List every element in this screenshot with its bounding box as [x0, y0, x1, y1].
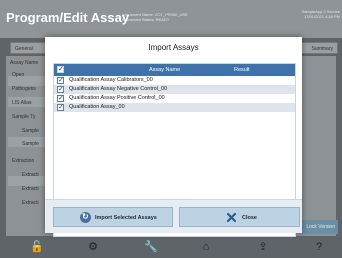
side-item[interactable]: Extracti	[22, 200, 39, 206]
table-row[interactable]: Qualification Assay Positive Control_00	[54, 94, 295, 103]
assay-name: Qualification Assay_00	[69, 104, 125, 110]
lock-icon[interactable]: 🔓	[30, 241, 44, 253]
assay-name: Qualification Assay Positive Control_00	[69, 95, 165, 101]
lock-version-button[interactable]: Lock Version	[302, 220, 338, 234]
select-all-checkbox[interactable]	[57, 65, 64, 73]
side-item[interactable]: Extraction	[12, 158, 34, 164]
instrument-info: Instrument Name: ZOT_PR050_USE Instrumen…	[122, 12, 188, 22]
side-item[interactable]: Assay Name	[10, 60, 38, 66]
side-item[interactable]: Extracti	[22, 172, 39, 178]
dialog-footer: Import Selected Assays Close	[45, 199, 302, 233]
row-checkbox[interactable]	[57, 76, 64, 84]
assay-name: Qualification Assay Calibrators_00	[69, 77, 153, 83]
table-row[interactable]: Qualification Assay Negative Control_00	[54, 85, 295, 94]
row-checkbox[interactable]	[57, 103, 64, 111]
page-title: Program/Edit Assay	[6, 10, 130, 25]
app-header: Program/Edit Assay Instrument Name: ZOT_…	[0, 0, 342, 38]
help-icon[interactable]: ?	[313, 241, 325, 253]
export-icon[interactable]: ⇪	[257, 241, 269, 253]
assay-name: Qualification Assay Negative Control_00	[69, 86, 168, 92]
table-row[interactable]: Qualification Assay_00	[54, 103, 295, 112]
side-item[interactable]: Pathogens	[12, 86, 36, 92]
table-header: Assay Name Result	[54, 64, 295, 76]
row-checkbox[interactable]	[57, 94, 64, 102]
gear-icon[interactable]: ⚙	[87, 241, 99, 253]
close-icon	[226, 212, 237, 223]
close-button[interactable]: Close	[179, 207, 300, 227]
home-icon[interactable]: ⌂	[200, 241, 212, 253]
column-header-assay-name[interactable]: Assay Name	[149, 67, 180, 73]
side-item[interactable]: Sample Ty	[12, 114, 36, 120]
side-item[interactable]: Open	[12, 72, 24, 78]
bottom-toolbar	[0, 238, 342, 258]
row-checkbox[interactable]	[57, 85, 64, 93]
tab-general[interactable]: General	[10, 42, 50, 54]
refresh-icon	[80, 212, 91, 223]
wrench-icon[interactable]: 🔧	[144, 241, 158, 253]
dialog-title: Import Assays	[148, 43, 199, 52]
table-row[interactable]: Qualification Assay Calibrators_00	[54, 76, 295, 85]
user-info: SampleApp // Service 17/01/2021 4:18 PM	[301, 9, 340, 19]
side-item[interactable]: Extracti	[22, 186, 39, 192]
side-item[interactable]: Sample	[22, 128, 39, 134]
side-item[interactable]: LIS Alias	[12, 100, 31, 106]
column-header-result[interactable]: Result	[234, 67, 250, 73]
import-selected-assays-button[interactable]: Import Selected Assays	[53, 207, 173, 227]
import-assays-dialog: Import Assays Assay Name Result Qualific…	[45, 37, 302, 237]
tab-summary[interactable]: Summary	[298, 42, 338, 54]
side-item[interactable]: Sample	[22, 141, 39, 147]
